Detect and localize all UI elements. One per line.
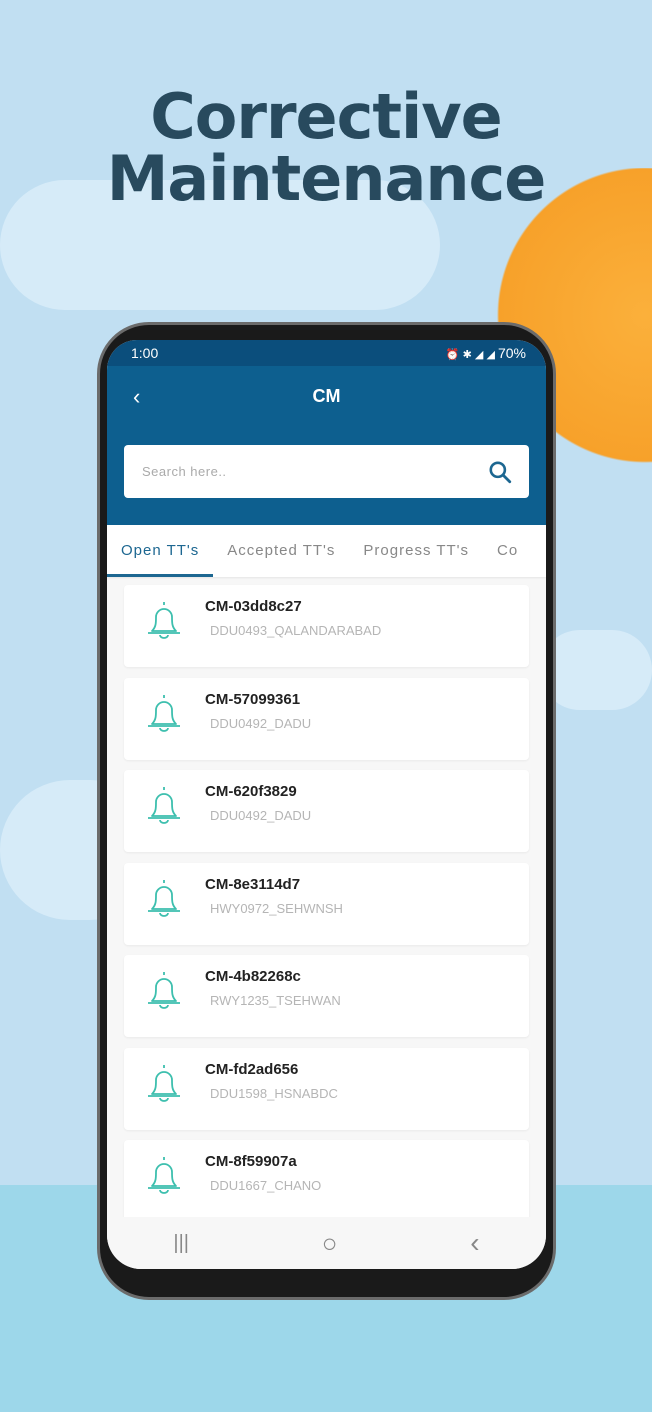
ticket-card[interactable]: CM-620f3829 DDU0492_DADU	[124, 770, 529, 852]
bell-icon	[148, 1064, 180, 1102]
app-bar: ‹ CM	[107, 366, 546, 525]
search-input[interactable]	[142, 464, 487, 479]
headline: Corrective Maintenance	[0, 86, 652, 210]
ticket-id: CM-4b82268c	[205, 968, 301, 985]
tab-2[interactable]: Progress TT's	[349, 525, 483, 577]
tab-bar: Open TT's Accepted TT's Progress TT's Co	[107, 525, 546, 577]
ticket-id: CM-8f59907a	[205, 1153, 297, 1170]
ticket-site: RWY1235_TSEHWAN	[210, 993, 341, 1008]
ticket-card[interactable]: CM-03dd8c27 DDU0493_QALANDARABAD	[124, 585, 529, 667]
ticket-list: CM-03dd8c27 DDU0493_QALANDARABAD CM-570993…	[107, 577, 546, 1222]
bell-icon	[148, 972, 180, 1009]
bell-icon	[148, 1157, 180, 1194]
ticket-site: DDU1598_HSNABDC	[210, 1085, 338, 1101]
ticket-id: CM-03dd8c27	[205, 598, 302, 615]
system-nav-bar: ||| ○ ‹	[107, 1217, 546, 1269]
tab-0[interactable]: Open TT's	[107, 525, 214, 577]
phone-screen: 1:00 ⏰ ✱ ◢ ◢ 70% ‹ CM Open TT'sAccepted …	[107, 340, 546, 1269]
ticket-site: DDU0492_DADU	[210, 715, 312, 731]
ticket-id: CM-fd2ad656	[205, 1060, 299, 1078]
search-icon[interactable]	[487, 459, 513, 485]
ticket-card[interactable]: CM-8f59907a DDU1667_CHANO	[124, 1140, 529, 1222]
ticket-id: CM-620f3829	[205, 783, 297, 800]
ticket-site: DDU1667_CHANO	[210, 1178, 322, 1193]
page-title: CM	[312, 386, 341, 406]
cloud	[540, 630, 652, 710]
ticket-id: CM-8e3114d7	[205, 875, 301, 893]
bell-icon	[148, 694, 180, 732]
headline-line-1: Corrective	[150, 80, 502, 153]
ticket-site: DDU0493_QALANDARABAD	[210, 623, 382, 638]
ticket-card[interactable]: CM-57099361 DDU0492_DADU	[124, 677, 529, 760]
ticket-id: CM-57099361	[205, 690, 301, 708]
tab-1[interactable]: Accepted TT's	[213, 525, 349, 577]
status-bar: 1:00 ⏰ ✱ ◢ ◢ 70%	[107, 340, 546, 366]
ticket-card[interactable]: CM-fd2ad656 DDU1598_HSNABDC	[124, 1047, 529, 1130]
ticket-card[interactable]: CM-4b82268c RWY1235_TSEHWAN	[124, 955, 529, 1037]
status-time: 1:00	[131, 345, 159, 361]
ticket-card[interactable]: CM-8e3114d7 HWY0972_SEHWNSH	[124, 862, 529, 945]
headline-line-2: Maintenance	[106, 142, 547, 215]
bell-icon	[148, 879, 180, 917]
bell-icon	[148, 602, 180, 639]
bell-icon	[148, 787, 180, 824]
recents-button[interactable]: |||	[173, 1232, 189, 1255]
signal-icons: ⏰ ✱ ◢ ◢	[445, 349, 498, 361]
back-button[interactable]: ‹	[470, 1227, 479, 1259]
ticket-site: HWY0972_SEHWNSH	[210, 900, 343, 916]
search-bar	[124, 445, 529, 498]
battery-level: 70%	[497, 345, 526, 361]
home-button[interactable]: ○	[322, 1228, 338, 1259]
ticket-site: DDU0492_DADU	[210, 808, 312, 823]
tab-3[interactable]: Co	[483, 525, 532, 577]
